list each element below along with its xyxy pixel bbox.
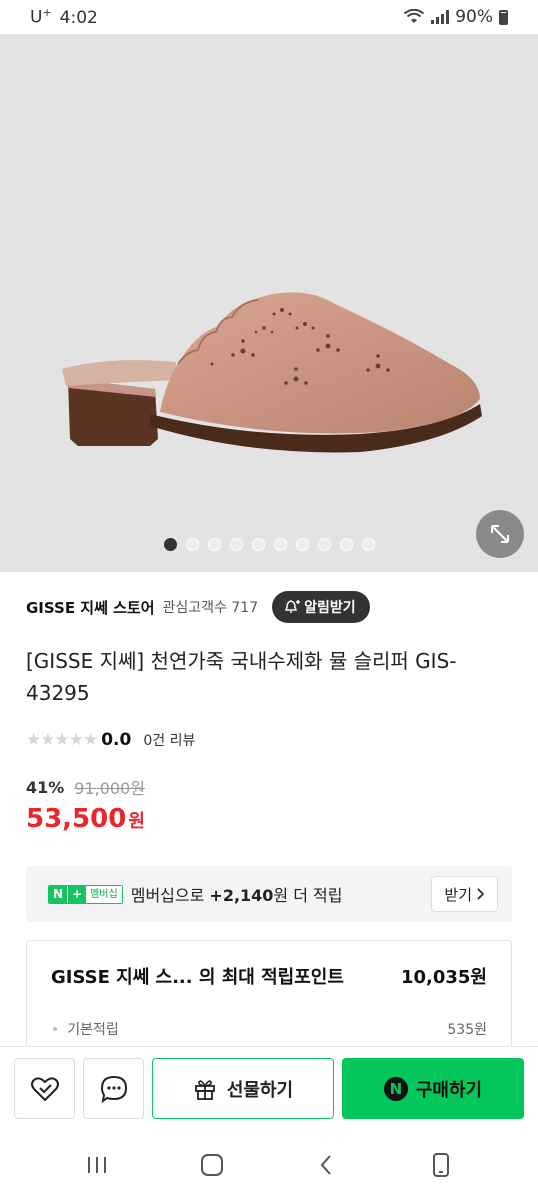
gallery-dot[interactable] <box>295 538 309 551</box>
bullet-icon: • <box>51 1022 60 1038</box>
gift-label: 선물하기 <box>226 1079 294 1101</box>
gallery-dot[interactable] <box>207 538 221 551</box>
gallery-dot[interactable] <box>317 538 331 551</box>
system-nav-bar <box>0 1130 538 1200</box>
points-row-value: 535원 <box>447 1022 487 1038</box>
points-header: GISSE 지쎄 스... 의 최대 적립포인트 10,035원 <box>51 963 487 989</box>
store-fans: 관심고객수 717 <box>162 600 259 616</box>
points-row-label-wrap: • 기본적립 <box>51 1019 119 1039</box>
sale-price: 53,500 <box>26 804 127 834</box>
expand-image-button[interactable] <box>476 510 524 558</box>
home-button[interactable] <box>182 1145 242 1185</box>
rating-row[interactable]: ★★★★★ 0.0 0건 리뷰 <box>26 728 195 752</box>
badge-n: N <box>49 885 68 903</box>
bell-plus-icon <box>285 600 301 613</box>
points-row-label: 기본적립 <box>67 1022 119 1038</box>
notify-label: 알림받기 <box>304 600 356 616</box>
status-bar: U+ 4:02 90% <box>0 0 538 34</box>
rating-stars: ★★★★★ <box>26 730 98 750</box>
bottom-action-bar: 선물하기 N 구매하기 <box>0 1046 538 1130</box>
wifi-icon <box>404 9 425 23</box>
gallery-dot[interactable] <box>251 538 265 551</box>
battery-percent: 90% <box>455 7 493 27</box>
phone-icon <box>432 1153 449 1177</box>
gallery-dot[interactable] <box>163 538 177 551</box>
gallery-dot[interactable] <box>273 538 287 551</box>
back-button[interactable] <box>296 1145 356 1185</box>
carrier-label: U <box>30 7 43 28</box>
badge-plus: + <box>67 885 87 903</box>
gift-icon <box>194 1079 215 1100</box>
membership-suffix: 원 더 적립 <box>273 886 343 905</box>
recent-apps-icon <box>88 1157 107 1173</box>
points-card: GISSE 지쎄 스... 의 최대 적립포인트 10,035원 • 기본적립 5… <box>26 940 512 1060</box>
app-switch-button[interactable] <box>411 1145 471 1185</box>
chat-button[interactable] <box>83 1058 144 1119</box>
battery-icon <box>499 9 508 25</box>
gallery-dot[interactable] <box>185 538 199 551</box>
product-page: U+ 4:02 90% GISSE 지쎄 스토어 관심고객수 717 알림받기 … <box>0 0 538 1200</box>
status-right: 90% <box>403 7 508 27</box>
gallery-pagination <box>0 538 538 551</box>
recent-apps-button[interactable] <box>67 1145 127 1185</box>
store-name[interactable]: GISSE 지쎄 스토어 <box>26 597 155 618</box>
status-left: U+ 4:02 <box>30 6 98 28</box>
gift-button[interactable]: 선물하기 <box>152 1058 334 1119</box>
wishlist-button[interactable] <box>14 1058 75 1119</box>
discount-rate: 41% <box>26 777 65 797</box>
points-heading: GISSE 지쎄 스... 의 최대 적립포인트 <box>51 967 344 988</box>
product-image <box>62 292 482 453</box>
gallery-dot[interactable] <box>361 538 375 551</box>
heart-check-icon <box>30 1076 59 1101</box>
chat-icon <box>100 1075 127 1103</box>
points-row: • 기본적립 535원 <box>51 1019 487 1039</box>
home-icon <box>200 1154 223 1176</box>
expand-icon <box>491 525 509 543</box>
gallery-dot[interactable] <box>339 538 353 551</box>
points-total: 10,035원 <box>400 967 487 988</box>
notify-button[interactable]: 알림받기 <box>272 591 370 623</box>
signal-icon <box>431 10 450 24</box>
original-price: 91,000원 <box>74 779 146 798</box>
back-icon <box>320 1155 331 1175</box>
membership-points: +2,140 <box>209 886 274 905</box>
product-image-gallery[interactable] <box>0 34 538 572</box>
price-row: 53,500 원 <box>26 804 145 834</box>
store-row: GISSE 지쎄 스토어 관심고객수 717 알림받기 <box>26 590 516 624</box>
buy-label: 구매하기 <box>415 1079 483 1101</box>
receive-label: 받기 <box>444 885 472 904</box>
rating-score: 0.0 <box>101 730 132 750</box>
clock: 4:02 <box>59 7 98 28</box>
badge-label: 멤버십 <box>86 885 122 903</box>
product-title: [GISSE 지쎄] 천연가죽 국내수제화 뮬 슬리퍼 GIS-43295 <box>26 649 457 705</box>
chevron-right-icon <box>477 888 485 900</box>
naver-plus-badge: N + 멤버십 <box>48 884 123 904</box>
membership-prefix: 멤버십으로 <box>130 886 210 905</box>
naver-pay-icon: N <box>383 1076 408 1101</box>
membership-banner: N + 멤버십 멤버십으로 +2,140원 더 적립 받기 <box>26 866 512 922</box>
currency-unit: 원 <box>128 811 145 832</box>
price-meta: 41% 91,000원 <box>26 775 145 799</box>
carrier: U+ <box>30 6 52 28</box>
receive-button[interactable]: 받기 <box>431 876 498 912</box>
carrier-sup: + <box>42 6 52 20</box>
buy-button[interactable]: N 구매하기 <box>342 1058 524 1119</box>
review-count: 0건 리뷰 <box>143 733 196 749</box>
gallery-dot[interactable] <box>229 538 243 551</box>
membership-text: 멤버십으로 +2,140원 더 적립 <box>131 882 343 906</box>
